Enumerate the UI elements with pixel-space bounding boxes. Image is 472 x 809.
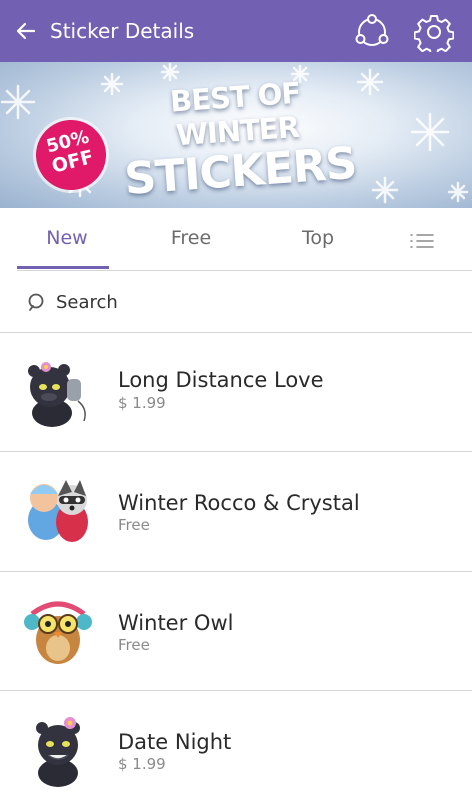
sticker-name: Date Night	[118, 730, 232, 754]
sticker-price: $ 1.99	[118, 755, 166, 773]
active-tab-indicator	[17, 266, 109, 269]
search-input[interactable]	[56, 287, 446, 317]
search-bar	[0, 271, 472, 333]
list-item[interactable]: Winter Rocco & Crystal Free	[0, 452, 472, 570]
gear-icon[interactable]	[414, 12, 454, 52]
page-title: Sticker Details	[50, 19, 195, 43]
tab-free[interactable]: Free	[141, 226, 241, 250]
arrow-left-icon[interactable]	[12, 17, 40, 45]
tab-new[interactable]: New	[17, 226, 117, 250]
promo-banner[interactable]: 50% OFF BEST OF WINTER STICKERS	[0, 62, 472, 208]
search-icon	[28, 293, 44, 311]
list-item[interactable]: Date Night $ 1.99	[0, 691, 472, 809]
black-panther-phone-sticker	[28, 362, 86, 427]
list-item[interactable]: Long Distance Love $ 1.99	[0, 333, 472, 451]
sticker-price: Free	[118, 636, 150, 654]
list-view-icon[interactable]	[409, 232, 435, 250]
sticker-name: Long Distance Love	[118, 368, 324, 392]
tab-bar: New Free Top	[0, 208, 472, 270]
tab-top[interactable]: Top	[268, 226, 368, 250]
black-panther-flower-sticker	[36, 717, 80, 787]
share-icon[interactable]	[352, 12, 392, 52]
app-bar: Sticker Details	[0, 0, 472, 62]
sticker-name: Winter Rocco & Crystal	[118, 491, 360, 515]
owl-earmuffs-sticker	[24, 601, 92, 664]
sticker-price: $ 1.99	[118, 394, 166, 412]
list-item[interactable]: Winter Owl Free	[0, 572, 472, 690]
sticker-price: Free	[118, 516, 150, 534]
raccoon-hug-sticker	[28, 480, 88, 542]
sticker-name: Winter Owl	[118, 611, 234, 635]
banner-title: BEST OF WINTER STICKERS	[122, 75, 358, 205]
